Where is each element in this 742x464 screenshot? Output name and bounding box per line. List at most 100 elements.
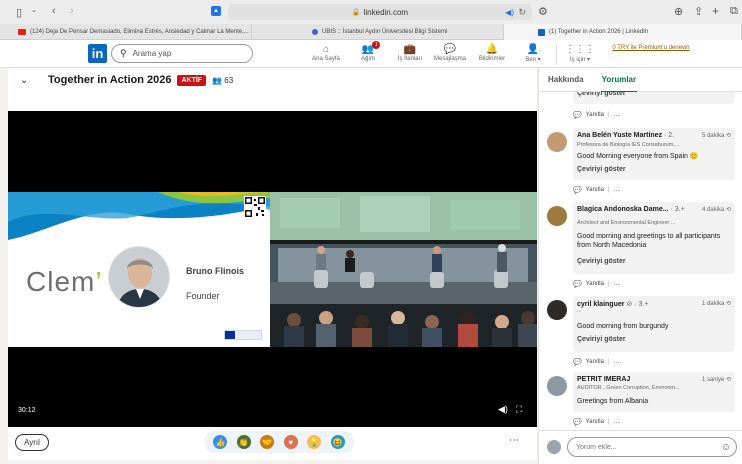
translate-link[interactable]: Çeviriyi göster bbox=[577, 336, 626, 343]
nav-me[interactable]: 👤 Ben ▾ bbox=[518, 43, 548, 67]
url-text: linkedin.com bbox=[363, 7, 409, 17]
comment-bubble: Blagica Andonoska Dame... · 3.+ 4 dakika… bbox=[573, 202, 735, 274]
site-favicon-icon: ▲ bbox=[211, 6, 221, 16]
commenter-name-text: Blagica Andonoska Dame... bbox=[577, 206, 669, 213]
nav-notifications[interactable]: 🔔 Bildirimler bbox=[472, 43, 512, 67]
celebrate-reaction-icon[interactable]: 👏 bbox=[236, 435, 251, 449]
more-button[interactable]: … bbox=[614, 359, 620, 365]
reply-button[interactable]: Yanıtla bbox=[586, 187, 604, 193]
more-button[interactable]: … bbox=[614, 187, 620, 193]
commenter-name[interactable]: cyril klainguer ⊘ · 3.+ bbox=[577, 300, 648, 308]
collapse-chevron-icon[interactable]: ⌄ bbox=[20, 75, 38, 86]
forward-icon[interactable]: › bbox=[70, 5, 74, 17]
nav-home[interactable]: ⌂ Ana Sayfa bbox=[308, 43, 344, 67]
emoji-icon[interactable]: ☺ bbox=[721, 442, 731, 453]
comment-text: Good morning from burgundy bbox=[577, 323, 669, 330]
reply-row: 💬 Yanıtla | … bbox=[573, 111, 620, 119]
reply-bubble-icon: 💬 bbox=[573, 359, 582, 366]
avatar[interactable] bbox=[547, 132, 567, 152]
commenter-name[interactable]: Ana Belén Yuste Martínez · 2. bbox=[577, 132, 674, 139]
search-input[interactable]: ⚲ Arama yap bbox=[111, 44, 253, 63]
browser-tab-ubis[interactable]: UBIS :: İstanbul Aydın Üniversitesi Bilg… bbox=[252, 24, 504, 40]
audio-playing-icon[interactable]: ◀) bbox=[505, 8, 514, 17]
tab-overview-icon[interactable]: ⧉ bbox=[730, 5, 738, 18]
reply-button[interactable]: Yanıtla bbox=[586, 281, 604, 287]
nav-label: İş için ▾ bbox=[569, 57, 590, 63]
sidebar-toggle-icon[interactable]: ▯ bbox=[16, 6, 22, 19]
share-icon[interactable]: ⇪ bbox=[694, 5, 703, 18]
linkedin-logo-icon[interactable]: in bbox=[88, 44, 107, 63]
comment-options-icon[interactable]: ⟲ bbox=[726, 207, 731, 213]
settings-gear-icon[interactable]: ⚙ bbox=[538, 5, 548, 18]
translate-link[interactable]: Çeviriyi göster bbox=[577, 92, 626, 97]
reply-row: 💬 Yanıtla | … bbox=[573, 418, 620, 426]
brand-logo: Clem’ bbox=[26, 266, 103, 298]
insightful-reaction-icon[interactable]: 💡 bbox=[307, 435, 322, 449]
qr-code-icon bbox=[244, 196, 266, 218]
avatar[interactable] bbox=[547, 300, 567, 320]
comment-options-icon[interactable]: ⟲ bbox=[726, 301, 731, 307]
nav-messaging[interactable]: 💬 Mesajlaşma bbox=[430, 43, 470, 67]
nav-label: İş İlanları bbox=[397, 56, 423, 62]
more-button[interactable]: … bbox=[614, 419, 620, 425]
love-reaction-icon[interactable]: ♥ bbox=[283, 435, 298, 449]
back-icon[interactable]: ‹ bbox=[52, 5, 56, 17]
like-reaction-icon[interactable]: 👍 bbox=[213, 435, 228, 449]
reply-separator: | bbox=[607, 112, 610, 118]
commenter-name[interactable]: PETRIT IMERAJ bbox=[577, 376, 630, 383]
comment-time-text: 5 dakika bbox=[701, 133, 725, 139]
viewer-count: 👥 63 bbox=[212, 76, 233, 85]
reload-icon[interactable]: ↻ bbox=[518, 7, 526, 18]
viewer-count-value: 63 bbox=[224, 75, 234, 85]
commenter-headline: Profesora de Biología IES Consaburum,... bbox=[577, 142, 680, 148]
event-main-panel: ⌄ Together in Action 2026 AKTİF 👥 63 Cle… bbox=[8, 68, 537, 460]
fullscreen-icon[interactable]: ⛶ bbox=[516, 404, 522, 415]
reply-separator: | bbox=[607, 187, 610, 193]
reply-button[interactable]: Yanıtla bbox=[586, 112, 604, 118]
leave-event-button[interactable]: Ayrıl bbox=[15, 434, 49, 451]
url-field[interactable]: 🔒 linkedin.com ◀) ↻ bbox=[228, 4, 532, 20]
new-tab-icon[interactable]: + bbox=[712, 4, 719, 18]
nav-label: Ana Sayfa bbox=[312, 56, 340, 62]
comment-input[interactable] bbox=[567, 437, 737, 457]
comment-time-text: 1 saniye bbox=[701, 377, 725, 383]
download-icon[interactable]: ⊕ bbox=[674, 5, 683, 18]
translate-link[interactable]: Çeviriyi göster bbox=[577, 258, 626, 265]
reply-button[interactable]: Yanıtla bbox=[586, 359, 604, 365]
chevron-down-icon[interactable]: ⌄ bbox=[31, 6, 37, 14]
video-player[interactable]: Clem’ Bruno Flinois Founder 30:12 ◀) ⛶ bbox=[8, 111, 537, 427]
comment-text: Good morning and greetings to all partic… bbox=[577, 233, 721, 249]
comment-time: 5 dakika ⟲ bbox=[702, 132, 731, 139]
translate-link[interactable]: Çeviriyi göster bbox=[577, 166, 626, 173]
reply-row: 💬 Yanıtla | … bbox=[573, 186, 620, 194]
volume-icon[interactable]: ◀) bbox=[498, 404, 508, 415]
support-reaction-icon[interactable]: 🤝 bbox=[260, 435, 275, 449]
avatar[interactable] bbox=[547, 376, 567, 396]
nav-business[interactable]: ⋮⋮⋮ İş için ▾ bbox=[564, 43, 596, 67]
funny-reaction-icon[interactable]: 😆 bbox=[330, 435, 345, 449]
nav-network[interactable]: 👥 1 Ağım bbox=[352, 41, 384, 67]
browser-tab-youtube[interactable]: (124) Deja De Pensar Demasiado, Elimina … bbox=[0, 24, 252, 40]
panel-tabs: Hakkında Yorumlar bbox=[539, 68, 742, 93]
speaker-name: Bruno Flinois bbox=[186, 266, 244, 276]
comments-panel: Hakkında Yorumlar Çeviriyi göster 💬 Yanı… bbox=[538, 68, 742, 464]
comments-list[interactable]: Çeviriyi göster 💬 Yanıtla | … Ana Belén … bbox=[539, 92, 742, 430]
browser-tab-linkedin[interactable]: (1) Together in Action 2026 | LinkedIn bbox=[504, 24, 742, 40]
more-options-icon[interactable]: ⋯ bbox=[509, 435, 519, 446]
more-button[interactable]: … bbox=[614, 281, 620, 287]
tab-comments[interactable]: Yorumlar bbox=[593, 68, 646, 93]
comment-options-icon[interactable]: ⟲ bbox=[726, 133, 731, 139]
more-button[interactable]: … bbox=[614, 112, 620, 118]
reply-bubble-icon: 💬 bbox=[573, 112, 582, 119]
home-icon: ⌂ bbox=[322, 44, 330, 55]
avatar[interactable] bbox=[547, 206, 567, 226]
premium-link[interactable]: 0 TRY ile Premium'u denevin bbox=[606, 44, 696, 53]
reply-button[interactable]: Yanıtla bbox=[586, 419, 604, 425]
nav-label: Bildirimler bbox=[478, 56, 506, 62]
nav-jobs[interactable]: 💼 İş İlanları bbox=[390, 43, 430, 67]
comment-options-icon[interactable]: ⟲ bbox=[726, 377, 731, 383]
commenter-name[interactable]: Blagica Andonoska Dame... · 3.+ bbox=[577, 206, 685, 213]
tab-about[interactable]: Hakkında bbox=[539, 68, 593, 92]
tab-label: (124) Deja De Pensar Demasiado, Elimina … bbox=[30, 29, 249, 35]
lock-icon: 🔒 bbox=[351, 9, 361, 16]
